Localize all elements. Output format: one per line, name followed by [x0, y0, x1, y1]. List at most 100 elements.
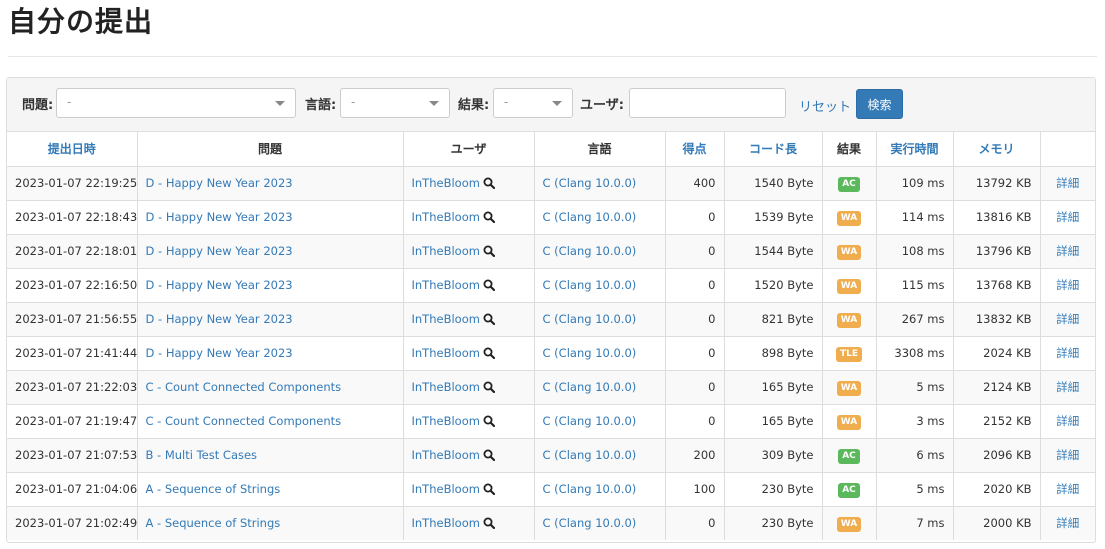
user-link[interactable]: InTheBloom: [412, 244, 480, 258]
memory-cell: 13792 KB: [953, 166, 1041, 201]
search-icon[interactable]: [483, 381, 495, 393]
task-link[interactable]: B - Multi Test Cases: [146, 448, 258, 462]
table-row: 2023-01-07 21:04:06 A - Sequence of Stri…: [7, 472, 1095, 507]
language-link[interactable]: C (Clang 10.0.0): [543, 516, 637, 530]
language-link[interactable]: C (Clang 10.0.0): [543, 414, 637, 428]
score-cell: 0: [665, 268, 725, 303]
task-link[interactable]: D - Happy New Year 2023: [146, 244, 293, 258]
language-link[interactable]: C (Clang 10.0.0): [543, 380, 637, 394]
table-header-row: 提出日時 問題 ユーザ 言語 得点 コード長 結果 実行時間 メモリ: [7, 132, 1095, 167]
task-link[interactable]: A - Sequence of Strings: [146, 482, 281, 496]
exec-time-cell: 5 ms: [876, 370, 954, 405]
col-header-code-length[interactable]: コード長: [724, 132, 823, 167]
task-link[interactable]: D - Happy New Year 2023: [146, 210, 293, 224]
user-filter-label: ユーザ:: [580, 98, 624, 113]
score-cell: 0: [665, 370, 725, 405]
language-link[interactable]: C (Clang 10.0.0): [543, 312, 637, 326]
detail-link[interactable]: 詳細: [1056, 380, 1079, 394]
result-cell: WA: [822, 200, 877, 235]
table-row: 2023-01-07 21:22:03 C - Count Connected …: [7, 370, 1095, 405]
result-filter-select[interactable]: -: [493, 88, 573, 118]
language-link[interactable]: C (Clang 10.0.0): [543, 482, 637, 496]
exec-time-cell: 267 ms: [876, 302, 954, 337]
search-icon[interactable]: [483, 517, 495, 530]
detail-link[interactable]: 詳細: [1056, 176, 1079, 190]
col-header-date[interactable]: 提出日時: [7, 132, 138, 167]
search-icon[interactable]: [483, 347, 495, 359]
detail-link[interactable]: 詳細: [1056, 482, 1079, 496]
search-icon[interactable]: [483, 313, 495, 325]
search-button[interactable]: 検索: [856, 89, 903, 119]
result-cell: TLE: [822, 336, 877, 371]
result-filter-label: 結果:: [458, 98, 490, 113]
table-row: 2023-01-07 21:07:53 B - Multi Test Cases…: [7, 438, 1095, 473]
user-link[interactable]: InTheBloom: [412, 414, 480, 428]
code-length-cell: 821 Byte: [724, 302, 823, 337]
detail-cell: 詳細: [1040, 506, 1095, 540]
search-icon[interactable]: [483, 211, 495, 223]
detail-link[interactable]: 詳細: [1056, 210, 1079, 224]
task-link[interactable]: D - Happy New Year 2023: [146, 312, 293, 326]
detail-cell: 詳細: [1040, 302, 1095, 337]
user-filter-input[interactable]: [629, 88, 786, 118]
user-link[interactable]: InTheBloom: [412, 482, 480, 496]
status-badge: WA: [836, 278, 862, 294]
detail-link[interactable]: 詳細: [1056, 312, 1079, 326]
language-link[interactable]: C (Clang 10.0.0): [543, 278, 637, 292]
user-link[interactable]: InTheBloom: [412, 278, 480, 292]
detail-link[interactable]: 詳細: [1056, 346, 1079, 360]
search-icon[interactable]: [483, 245, 495, 257]
reset-link[interactable]: リセット: [799, 96, 851, 115]
task-link[interactable]: D - Happy New Year 2023: [146, 278, 293, 292]
language-filter-select[interactable]: -: [340, 88, 450, 118]
col-header-memory[interactable]: メモリ: [953, 132, 1041, 167]
task-cell: D - Happy New Year 2023: [137, 336, 404, 371]
task-cell: D - Happy New Year 2023: [137, 200, 404, 235]
detail-link[interactable]: 詳細: [1056, 278, 1079, 292]
language-link[interactable]: C (Clang 10.0.0): [543, 346, 637, 360]
code-length-cell: 1539 Byte: [724, 200, 823, 235]
submission-date: 2023-01-07 21:41:44: [7, 336, 138, 371]
search-icon[interactable]: [483, 415, 495, 427]
user-link[interactable]: InTheBloom: [412, 448, 480, 462]
language-link[interactable]: C (Clang 10.0.0): [543, 448, 637, 462]
detail-link[interactable]: 詳細: [1056, 448, 1079, 462]
col-header-score[interactable]: 得点: [665, 132, 725, 167]
col-header-exec-time[interactable]: 実行時間: [876, 132, 954, 167]
detail-link[interactable]: 詳細: [1056, 244, 1079, 258]
user-link[interactable]: InTheBloom: [412, 176, 480, 190]
search-icon[interactable]: [483, 177, 495, 189]
language-cell: C (Clang 10.0.0): [534, 438, 666, 473]
detail-cell: 詳細: [1040, 268, 1095, 303]
user-link[interactable]: InTheBloom: [412, 210, 480, 224]
search-icon[interactable]: [483, 279, 495, 291]
user-link[interactable]: InTheBloom: [412, 346, 480, 360]
language-filter-value: -: [351, 95, 356, 109]
task-link[interactable]: D - Happy New Year 2023: [146, 176, 293, 190]
user-link[interactable]: InTheBloom: [412, 516, 480, 530]
result-cell: AC: [822, 166, 877, 201]
detail-link[interactable]: 詳細: [1056, 516, 1079, 530]
submission-date: 2023-01-07 21:04:06: [7, 472, 138, 507]
task-link[interactable]: D - Happy New Year 2023: [146, 346, 293, 360]
language-link[interactable]: C (Clang 10.0.0): [543, 176, 637, 190]
task-cell: A - Sequence of Strings: [137, 506, 404, 540]
problem-filter-select[interactable]: -: [56, 88, 296, 118]
search-icon[interactable]: [483, 483, 495, 495]
user-link[interactable]: InTheBloom: [412, 312, 480, 326]
language-link[interactable]: C (Clang 10.0.0): [543, 210, 637, 224]
chevron-down-icon: [552, 101, 562, 106]
status-badge: WA: [836, 312, 862, 328]
exec-time-cell: 7 ms: [876, 506, 954, 540]
user-link[interactable]: InTheBloom: [412, 380, 480, 394]
exec-time-cell: 108 ms: [876, 234, 954, 269]
language-link[interactable]: C (Clang 10.0.0): [543, 244, 637, 258]
detail-link[interactable]: 詳細: [1056, 414, 1079, 428]
result-cell: AC: [822, 438, 877, 473]
status-badge: WA: [836, 244, 862, 260]
task-link[interactable]: A - Sequence of Strings: [146, 516, 281, 530]
search-icon[interactable]: [483, 449, 495, 461]
memory-cell: 2124 KB: [953, 370, 1041, 405]
task-link[interactable]: C - Count Connected Components: [146, 380, 342, 394]
task-link[interactable]: C - Count Connected Components: [146, 414, 342, 428]
